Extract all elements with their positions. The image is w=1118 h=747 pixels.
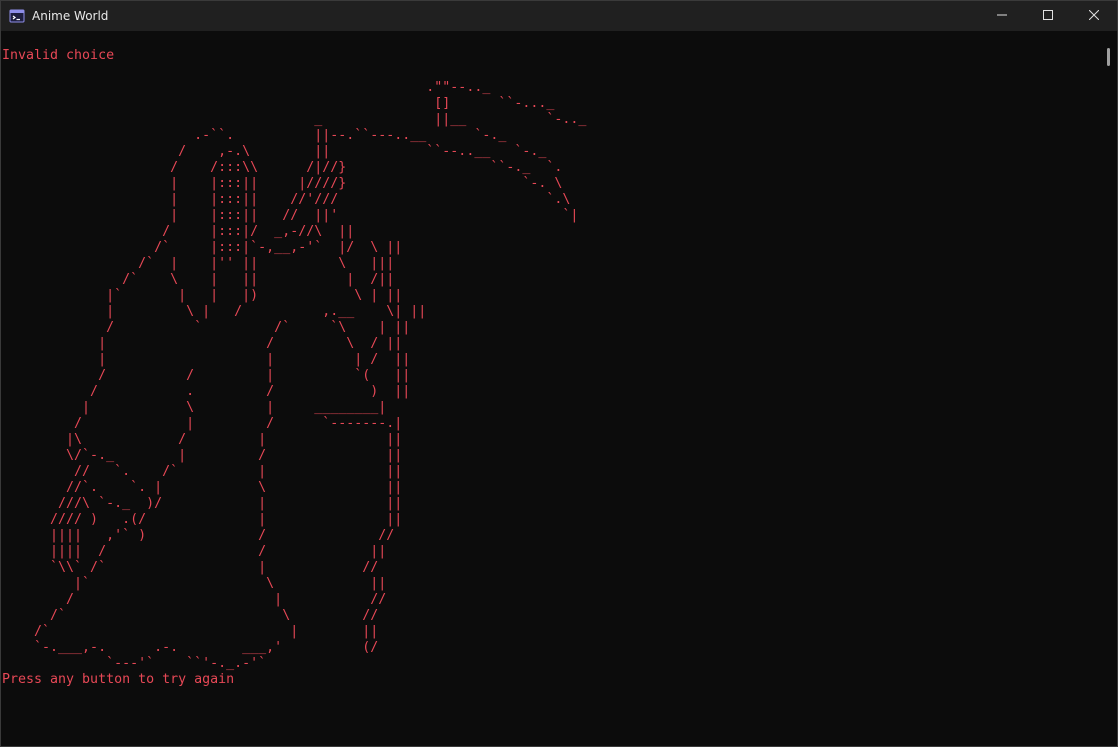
retry-prompt: Press any button to try again: [2, 672, 235, 687]
maximize-button[interactable]: [1025, 1, 1071, 31]
scrollbar-thumb[interactable]: [1107, 48, 1110, 66]
minimize-icon: [997, 7, 1007, 25]
close-button[interactable]: [1071, 1, 1117, 31]
window-controls: [979, 1, 1117, 31]
vertical-scrollbar[interactable]: [1100, 32, 1117, 746]
close-icon: [1088, 7, 1100, 25]
minimize-button[interactable]: [979, 1, 1025, 31]
console-window: Anime World Invalid choice .""--.._ [] `…: [0, 0, 1118, 747]
console-app-icon: [9, 8, 25, 24]
title-bar[interactable]: Anime World: [1, 1, 1117, 31]
grim-reaper-ascii-art: .""--.._ [] ``-..._ _ ||__ `-.._ .-``. |…: [34, 80, 587, 671]
window-title: Anime World: [32, 9, 109, 23]
error-message: Invalid choice: [2, 48, 115, 63]
maximize-icon: [1043, 7, 1053, 25]
console-output[interactable]: Invalid choice .""--.._ [] ``-..._ _ ||_…: [1, 32, 1101, 746]
